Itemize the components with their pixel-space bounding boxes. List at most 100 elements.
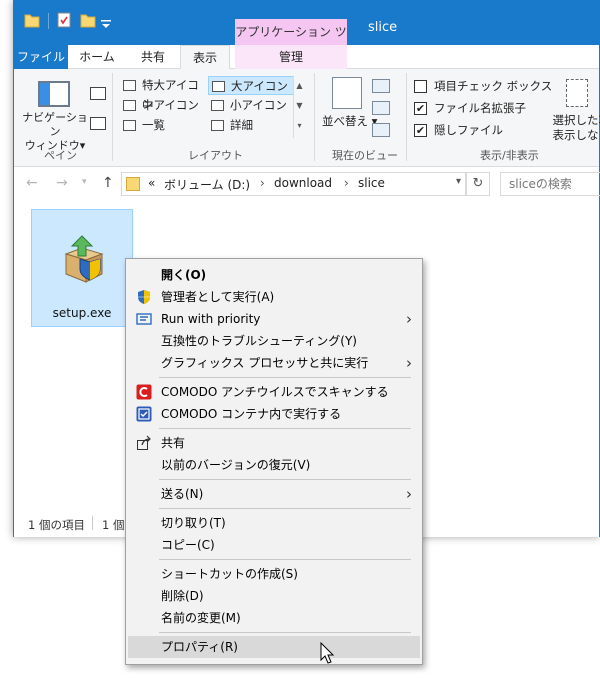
- tab-home[interactable]: ホーム: [68, 45, 126, 69]
- expand-icon[interactable]: ▾: [294, 116, 305, 136]
- forward-icon[interactable]: →: [56, 175, 68, 191]
- menu-item-open[interactable]: 開く(O): [128, 264, 420, 286]
- refresh-button[interactable]: ↻: [466, 172, 490, 196]
- layout-extra-large-icons[interactable]: 特大アイコン: [120, 76, 206, 111]
- layout-details[interactable]: 詳細: [208, 116, 294, 135]
- size-columns-icon[interactable]: [372, 123, 390, 137]
- status-divider: [92, 516, 93, 530]
- ribbon-divider: [314, 73, 315, 161]
- menu-item-rename[interactable]: 名前の変更(M): [128, 607, 420, 629]
- layout-scroll[interactable]: ▲ ▼ ▾: [293, 76, 305, 138]
- menu-item-cut[interactable]: 切り取り(T): [128, 512, 420, 534]
- folder-icon[interactable]: [24, 11, 40, 29]
- ribbon-tabs: ファイル ホーム 共有 表示 管理: [14, 45, 599, 70]
- installer-icon: [64, 235, 104, 283]
- breadcrumb-chevron-icon[interactable]: ›: [260, 176, 265, 190]
- selected-count: 1 個: [102, 518, 125, 532]
- menu-item-copy[interactable]: コピー(C): [128, 534, 420, 556]
- item-count: 1 個の項目: [28, 518, 85, 532]
- address-bar[interactable]: « ボリューム (D:) › download › slice ▾: [121, 172, 466, 196]
- details-icon: [211, 120, 224, 131]
- layout-medium-icons[interactable]: 中アイコン: [120, 96, 206, 115]
- ribbon: ナビゲーション ウィンドウ▾ ペイン 特大アイコン 大アイコン 中アイコン 小ア…: [14, 69, 600, 167]
- menu-item-share[interactable]: 共有: [128, 432, 420, 454]
- recent-locations-icon[interactable]: ▾: [82, 177, 87, 187]
- submenu-arrow-icon: ›: [406, 354, 412, 372]
- uac-shield-icon: [138, 290, 150, 304]
- menu-separator: [159, 377, 411, 378]
- item-checkboxes-toggle[interactable]: 項目チェック ボックス: [414, 77, 552, 95]
- menu-item-run-with-gpu[interactable]: グラフィックス プロセッサと共に実行 ›: [128, 352, 420, 374]
- window-title: slice: [368, 20, 398, 35]
- hidden-items-toggle[interactable]: ✔ 隠しファイル: [414, 121, 503, 139]
- file-item[interactable]: setup.exe: [31, 209, 133, 327]
- breadcrumb-slice[interactable]: slice: [358, 176, 385, 190]
- menu-item-restore-previous[interactable]: 以前のバージョンの復元(V): [128, 454, 420, 476]
- menu-item-comodo-scan[interactable]: COMODO アンチウイルスでスキャンする: [128, 381, 420, 403]
- details-pane-icon[interactable]: [90, 117, 106, 130]
- layout-list[interactable]: 一覧: [120, 116, 206, 135]
- file-extensions-checkbox[interactable]: ✔: [414, 102, 427, 115]
- comodo-container-icon: [136, 406, 152, 422]
- context-menu: 開く(O) 管理者として実行(A) Run with priority › 互換…: [125, 258, 423, 665]
- share-icon: [137, 435, 151, 450]
- menu-separator: [159, 559, 411, 560]
- file-extensions-toggle[interactable]: ✔ ファイル名拡張子: [414, 99, 526, 117]
- ribbon-divider: [406, 73, 407, 161]
- application-tools-tab-group: アプリケーション ツール: [235, 19, 347, 65]
- sort-icon[interactable]: [332, 77, 362, 109]
- preview-pane-icon[interactable]: [90, 87, 106, 100]
- breadcrumb-download[interactable]: download: [274, 176, 332, 190]
- layout-small-icons[interactable]: 小アイコン: [208, 96, 294, 115]
- back-icon[interactable]: ←: [26, 175, 38, 191]
- submenu-arrow-icon: ›: [406, 485, 412, 503]
- menu-item-run-with-priority[interactable]: Run with priority ›: [128, 308, 420, 330]
- menu-item-comodo-container[interactable]: COMODO コンテナ内で実行する: [128, 403, 420, 425]
- ribbon-divider: [112, 73, 113, 161]
- layout-large-icons[interactable]: 大アイコン: [208, 76, 294, 95]
- tab-view[interactable]: 表示: [180, 45, 230, 70]
- submenu-arrow-icon: ›: [406, 310, 412, 328]
- sort-by-button[interactable]: 並べ替え ▾: [322, 113, 377, 129]
- menu-separator: [159, 479, 411, 480]
- tab-share[interactable]: 共有: [126, 45, 180, 69]
- menu-item-troubleshoot[interactable]: 互換性のトラブルシューティング(Y): [128, 330, 420, 352]
- menu-separator: [159, 508, 411, 509]
- menu-item-delete[interactable]: 削除(D): [128, 585, 420, 607]
- group-by-icon[interactable]: [372, 79, 390, 93]
- up-icon[interactable]: ↑: [102, 175, 114, 191]
- properties-icon[interactable]: [56, 11, 72, 29]
- menu-item-run-as-admin[interactable]: 管理者として実行(A): [128, 286, 420, 308]
- scroll-down-icon[interactable]: ▼: [294, 96, 305, 116]
- hidden-items-checkbox[interactable]: ✔: [414, 124, 427, 137]
- current-view-group-label: 現在のビュー: [332, 149, 398, 162]
- tab-manage[interactable]: 管理: [235, 45, 347, 69]
- show-hide-group-label: 表示/非表示: [480, 149, 539, 162]
- search-input[interactable]: sliceの検索: [500, 172, 600, 196]
- scroll-up-icon[interactable]: ▲: [294, 76, 305, 96]
- menu-item-send-to[interactable]: 送る(N) ›: [128, 483, 420, 505]
- title-bar: アプリケーション ツール slice: [14, 1, 599, 65]
- breadcrumb-chevron-icon[interactable]: ›: [344, 176, 349, 190]
- extra-large-icons-icon: [123, 80, 136, 91]
- tab-file[interactable]: ファイル: [14, 45, 68, 69]
- customize-toolbar-icon[interactable]: [100, 15, 112, 33]
- item-checkboxes-checkbox[interactable]: [414, 80, 427, 93]
- add-columns-icon[interactable]: [372, 101, 390, 115]
- large-icons-icon: [212, 81, 225, 92]
- hide-selected-button[interactable]: 選択した項 表示しない: [540, 113, 600, 143]
- menu-item-create-shortcut[interactable]: ショートカットの作成(S): [128, 563, 420, 585]
- comodo-icon: [136, 384, 152, 400]
- hide-selected-icon[interactable]: [566, 79, 588, 107]
- file-name: setup.exe: [52, 306, 112, 320]
- menu-separator: [159, 428, 411, 429]
- navigation-pane-icon[interactable]: [38, 81, 70, 107]
- breadcrumb-volume[interactable]: ボリューム (D:): [164, 176, 250, 193]
- folder-icon: [126, 177, 140, 191]
- priority-icon: [136, 313, 152, 325]
- new-folder-icon[interactable]: [80, 11, 96, 29]
- breadcrumb-overflow[interactable]: «: [148, 176, 155, 190]
- refresh-icon: ↻: [472, 176, 484, 191]
- chevron-down-icon[interactable]: ▾: [456, 176, 461, 187]
- menu-item-properties[interactable]: プロパティ(R): [128, 636, 420, 658]
